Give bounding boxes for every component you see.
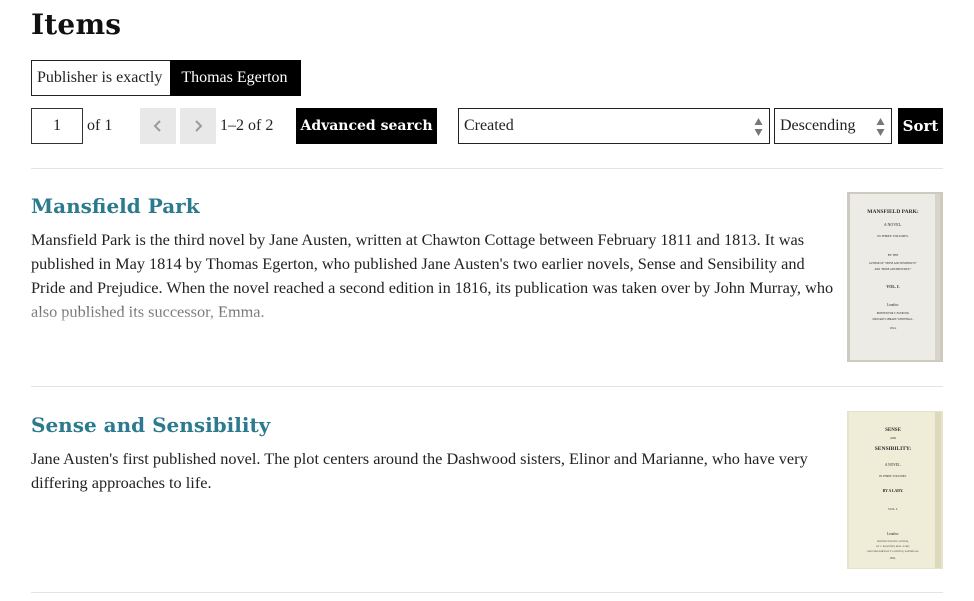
svg-text:SENSIBILITY:: SENSIBILITY: bbox=[875, 446, 912, 452]
svg-text:SENSE: SENSE bbox=[885, 428, 902, 433]
filter-value: Thomas Egerton bbox=[170, 60, 301, 96]
chevron-left-icon bbox=[153, 120, 161, 132]
item-title-link[interactable]: Mansfield Park bbox=[31, 194, 200, 218]
svg-text:A NOVEL.: A NOVEL. bbox=[885, 463, 901, 467]
sort-by-value: Created bbox=[464, 117, 514, 134]
browse-toolbar: of 1 1–2 of 2 Advanced search Created De… bbox=[31, 108, 943, 144]
svg-text:VOL. I.: VOL. I. bbox=[888, 507, 898, 511]
svg-text:IN THREE VOLUMES.: IN THREE VOLUMES. bbox=[877, 234, 909, 238]
result-range: 1–2 of 2 bbox=[220, 117, 274, 134]
next-page-button[interactable] bbox=[180, 108, 216, 144]
divider bbox=[31, 168, 943, 169]
previous-page-button[interactable] bbox=[140, 108, 176, 144]
item-title-link[interactable]: Sense and Sensibility bbox=[31, 413, 270, 437]
item-thumbnail[interactable]: SENSE AND SENSIBILITY: A NOVEL. IN THREE… bbox=[847, 411, 943, 569]
svg-text:IN THREE VOLUMES.: IN THREE VOLUMES. bbox=[879, 475, 907, 478]
sort-by-select[interactable]: Created bbox=[458, 108, 770, 144]
svg-text:BY A LADY.: BY A LADY. bbox=[883, 489, 904, 493]
divider bbox=[31, 386, 943, 387]
svg-text:AND "PRIDE AND PREJUDICE.": AND "PRIDE AND PREJUDICE." bbox=[875, 268, 912, 271]
page-title: Items bbox=[31, 8, 122, 41]
svg-text:BY C. ROWORTH, BELL-YARD,: BY C. ROWORTH, BELL-YARD, bbox=[876, 545, 910, 548]
list-item: Mansfield Park Mansfield Park is the thi… bbox=[31, 192, 943, 382]
select-arrows-icon bbox=[876, 118, 885, 136]
page-number-input[interactable] bbox=[31, 108, 83, 144]
svg-text:1811.: 1811. bbox=[890, 556, 897, 560]
svg-text:London:: London: bbox=[886, 532, 899, 536]
filter-field-label: Publisher is exactly bbox=[31, 60, 171, 96]
item-thumbnail[interactable]: MANSFIELD PARK: A NOVEL. IN THREE VOLUME… bbox=[847, 192, 943, 362]
sort-order-value: Descending bbox=[780, 117, 856, 134]
list-item: Sense and Sensibility Jane Austen's firs… bbox=[31, 411, 943, 581]
svg-text:London:: London: bbox=[886, 303, 899, 307]
svg-text:AND PUBLISHED BY T. EGERTON, W: AND PUBLISHED BY T. EGERTON, WHITEHALL. bbox=[867, 550, 920, 553]
sort-button[interactable]: Sort bbox=[898, 108, 943, 144]
select-arrows-icon bbox=[754, 118, 763, 136]
svg-text:A NOVEL.: A NOVEL. bbox=[884, 222, 902, 227]
svg-text:VOL. I.: VOL. I. bbox=[886, 284, 899, 289]
svg-text:AND: AND bbox=[890, 437, 896, 440]
svg-text:MANSFIELD PARK:: MANSFIELD PARK: bbox=[867, 209, 919, 215]
active-filter[interactable]: Publisher is exactly Thomas Egerton bbox=[31, 60, 301, 96]
chevron-right-icon bbox=[195, 120, 203, 132]
item-description: Jane Austen's first published novel. The… bbox=[31, 449, 808, 492]
item-description: Mansfield Park is the third novel by Jan… bbox=[31, 230, 834, 321]
svg-text:AUTHOR OF "SENSE AND SENSIBILI: AUTHOR OF "SENSE AND SENSIBILITY," bbox=[869, 262, 917, 265]
sort-order-select[interactable]: Descending bbox=[774, 108, 892, 144]
svg-text:MILITARY LIBRARY, WHITEHALL.: MILITARY LIBRARY, WHITEHALL. bbox=[873, 318, 914, 321]
svg-text:1814.: 1814. bbox=[890, 326, 897, 330]
page-total: of 1 bbox=[87, 117, 113, 134]
divider bbox=[31, 592, 943, 593]
svg-text:PRINTED FOR T. EGERTON,: PRINTED FOR T. EGERTON, bbox=[877, 312, 910, 315]
advanced-search-button[interactable]: Advanced search bbox=[296, 108, 437, 144]
svg-text:BY THE: BY THE bbox=[888, 253, 899, 257]
svg-text:PRINTED FOR THE AUTHOR,: PRINTED FOR THE AUTHOR, bbox=[877, 540, 909, 543]
